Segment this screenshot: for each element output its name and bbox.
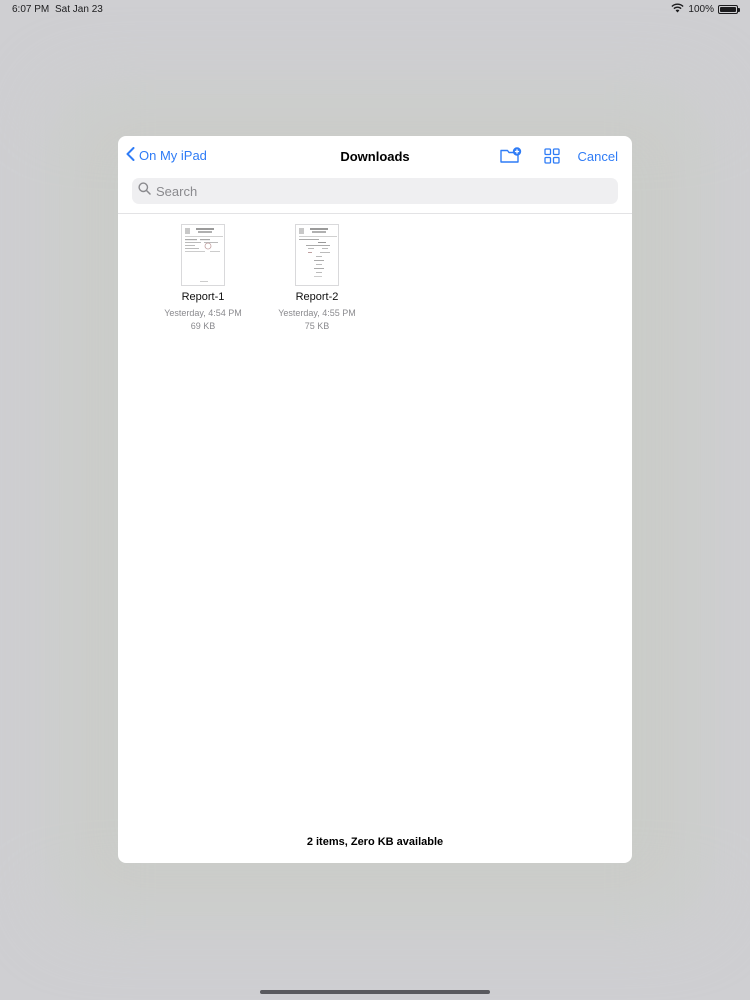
grid-view-button[interactable] (544, 148, 560, 169)
status-indicators: 100% (671, 3, 740, 16)
navigation-bar: On My iPad Downloads Cancel (118, 136, 632, 176)
file-item[interactable]: Report-1 Yesterday, 4:54 PM 69 KB (153, 224, 253, 333)
search-bar[interactable] (132, 178, 618, 204)
battery-percent: 100% (688, 4, 714, 15)
status-date: Sat Jan 23 (55, 4, 103, 15)
document-thumbnail (295, 224, 339, 286)
status-bar: 6:07 PM Sat Jan 23 100% (0, 0, 750, 20)
file-name: Report-1 (181, 291, 225, 303)
search-input[interactable] (156, 183, 596, 199)
battery-icon (718, 5, 740, 14)
header-divider (118, 213, 632, 214)
cancel-button[interactable]: Cancel (578, 149, 618, 164)
storage-summary: 2 items, Zero KB available (306, 836, 444, 848)
new-folder-button[interactable] (500, 147, 522, 169)
home-indicator[interactable] (260, 990, 490, 994)
file-modified: Yesterday, 4:54 PM (164, 308, 242, 318)
status-time: 6:07 PM (12, 4, 50, 15)
document-thumbnail (181, 224, 225, 286)
file-item[interactable]: Report-2 Yesterday, 4:55 PM 75 KB (267, 224, 367, 333)
grid-view-icon (544, 148, 560, 168)
battery-level (720, 7, 736, 12)
file-size: 69 KB (190, 321, 216, 331)
file-name: Report-2 (295, 291, 339, 303)
wifi-icon (671, 3, 685, 16)
search-icon (138, 182, 156, 200)
file-browser-sheet: On My iPad Downloads Cancel Search Repor… (118, 136, 632, 863)
file-modified: Yesterday, 4:55 PM (278, 308, 356, 318)
file-size: 75 KB (304, 321, 330, 331)
new-folder-icon (500, 147, 522, 168)
